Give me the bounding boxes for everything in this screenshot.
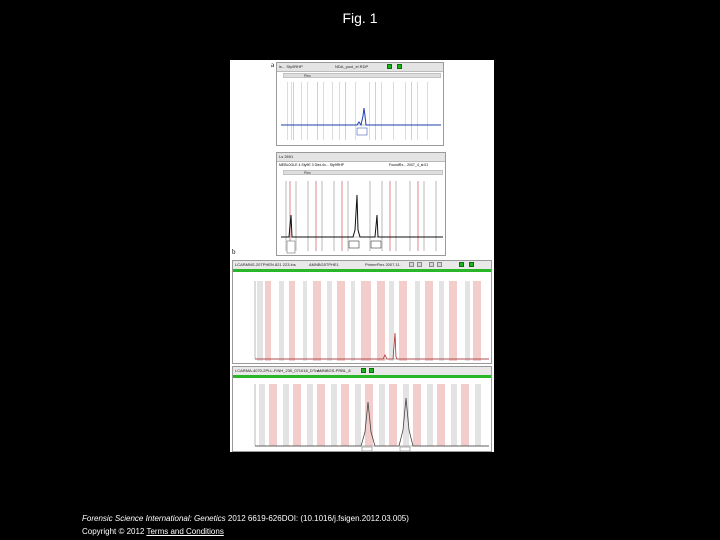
- window-title-right: PrimerFlex 2007.11 .: [365, 262, 402, 267]
- electropherogram-window-b2: LCARMA-4070-2PLL-FINH_230_071018_DTnx AM…: [232, 366, 492, 452]
- trace-plot-a2: [281, 181, 443, 254]
- figure-image: a b ls... Sty9RHP NDA_pool_el RDP Plex L…: [230, 60, 494, 452]
- window-title-mid: AMNBGS-PRBL_8: [317, 368, 351, 373]
- window-title-left: Ls 2691: [279, 154, 294, 159]
- window-title-left: ls... Sty9RHP: [279, 64, 303, 69]
- window-header: ls... Sty9RHP NDA_pool_el RDP: [277, 63, 443, 72]
- figure-title: Fig. 1: [342, 10, 378, 26]
- copyright-text: Copyright © 2012: [82, 527, 145, 536]
- trace-plot-b1: [254, 281, 489, 361]
- journal-name: Forensic Science International: Genetics: [82, 514, 226, 523]
- window-title-right: NDA_pool_el RDP: [335, 64, 369, 69]
- green-marker-button[interactable]: [361, 368, 366, 373]
- window-header: Ls 2691: [277, 153, 445, 162]
- green-marker-button[interactable]: [369, 368, 374, 373]
- citation-line: Forensic Science International: Genetics…: [82, 514, 409, 523]
- green-marker-button[interactable]: [397, 64, 402, 69]
- window-title-left: LCARMNS-20TPHEN 821 223.lns: [235, 262, 296, 267]
- panel-b-label: b: [232, 248, 236, 256]
- green-status-strip: [233, 269, 491, 272]
- window-title-left: LCARMA-4070-2PLL-FINH_230_071018_DTnx: [235, 368, 320, 373]
- allele-label-box: [356, 127, 368, 136]
- electropherogram-window-b1: LCARMNS-20TPHEN 821 223.lns AMNBG5TPHE1 …: [232, 260, 492, 364]
- trace-plot-a1: [281, 82, 441, 140]
- window-subtitle: MEBL0GLE 4 Sty9E 3 Diet-4x... Sty9RHP Fo…: [279, 163, 429, 167]
- citation-text: 2012 6619-626DOI: (10.1016/j.fsigen.2012…: [227, 514, 409, 523]
- toolbar-button[interactable]: [437, 262, 442, 267]
- green-marker-button[interactable]: [469, 262, 474, 267]
- trace-plot-b2: [254, 384, 489, 451]
- toolbar-button[interactable]: [429, 262, 434, 267]
- electropherogram-window-a1: ls... Sty9RHP NDA_pool_el RDP Plex: [276, 62, 444, 146]
- window-title-mid: AMNBG5TPHE1: [309, 262, 339, 267]
- copyright-line: Copyright © 2012 Terms and Conditions: [82, 527, 224, 536]
- pink-bins: [293, 82, 412, 140]
- toolbar-button[interactable]: [409, 262, 414, 267]
- toolbar-button[interactable]: [417, 262, 422, 267]
- terms-link[interactable]: Terms and Conditions: [146, 527, 223, 536]
- electropherogram-window-a2: Ls 2691 MEBL0GLE 4 Sty9E 3 Diet-4x... St…: [276, 152, 446, 256]
- green-marker-button[interactable]: [459, 262, 464, 267]
- green-marker-button[interactable]: [387, 64, 392, 69]
- panel-a-label: a: [271, 61, 275, 69]
